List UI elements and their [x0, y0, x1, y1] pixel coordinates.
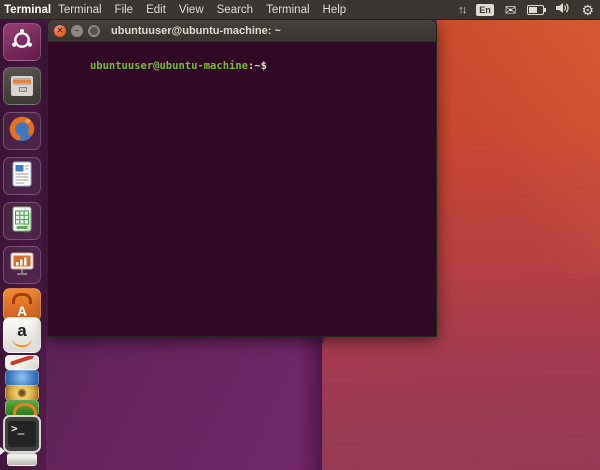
menu-edit[interactable]: Edit: [146, 4, 166, 16]
menu-terminal-2[interactable]: Terminal: [266, 4, 309, 16]
terminal-window: ✕ – ubuntuuser@ubuntu-machine: ~ ubuntuu…: [47, 19, 437, 337]
global-menubar: Terminal File Edit View Search Terminal …: [58, 4, 346, 16]
launcher-item-libreoffice-writer[interactable]: [3, 157, 41, 195]
amazon-a-letter: a: [17, 321, 27, 340]
launcher-item-terminal[interactable]: >_: [3, 415, 41, 453]
wallpaper-dark-band: [297, 333, 323, 470]
launcher-item-folded-green-player[interactable]: [5, 400, 39, 416]
launcher-item-libreoffice-calc[interactable]: [3, 202, 41, 240]
window-title: ubuntuuser@ubuntu-machine: ~: [111, 24, 281, 37]
file-cabinet-icon: [11, 76, 33, 96]
terminal-prompt-icon: >_: [8, 421, 36, 447]
menu-file[interactable]: File: [115, 4, 134, 16]
launcher-item-files[interactable]: [3, 67, 41, 105]
close-x-icon: ✕: [56, 25, 64, 35]
maximize-button[interactable]: [88, 24, 100, 37]
launcher-item-firefox[interactable]: [3, 112, 41, 150]
network-updown-arrows-icon[interactable]: ↑↓: [458, 4, 467, 16]
active-app-name: Terminal: [4, 3, 52, 16]
menu-view[interactable]: View: [179, 4, 204, 16]
top-panel: Terminal Terminal File Edit View Search …: [0, 0, 600, 20]
ubuntu-desktop: Terminal Terminal File Edit View Search …: [0, 0, 600, 470]
gear-icon[interactable]: ⚙: [581, 3, 594, 17]
ubuntu-logo-icon: [10, 28, 34, 57]
launcher-item-amazon[interactable]: a: [3, 317, 41, 353]
impress-presentation-icon: [9, 250, 35, 281]
menu-search[interactable]: Search: [217, 4, 253, 16]
close-button[interactable]: ✕: [54, 24, 66, 37]
firefox-icon: [7, 114, 37, 149]
amazon-smile-arrow-icon: [12, 338, 32, 347]
minimize-dash-icon: –: [74, 25, 80, 35]
launcher-item-dash[interactable]: [3, 23, 41, 61]
launcher-item-folded-tools[interactable]: [5, 355, 39, 370]
keyboard-layout-indicator[interactable]: En: [476, 3, 494, 16]
launcher-item-libreoffice-impress[interactable]: [3, 246, 41, 284]
battery-charge-level: [529, 6, 538, 13]
calc-spreadsheet-icon: [10, 205, 34, 238]
writer-document-icon: [10, 160, 34, 193]
wallpaper-light-streak: [444, 0, 600, 273]
speaker-icon[interactable]: [555, 2, 570, 17]
launcher-item-folded-blue-sphere[interactable]: [5, 370, 39, 386]
menu-terminal[interactable]: Terminal: [58, 4, 101, 16]
indicator-area: ↑↓ En ✉ ⚙: [458, 2, 600, 17]
menu-help[interactable]: Help: [323, 4, 347, 16]
red-tool-icon: [9, 356, 35, 366]
battery-icon[interactable]: [527, 4, 547, 15]
terminal-titlebar[interactable]: ✕ – ubuntuuser@ubuntu-machine: ~: [48, 20, 436, 42]
prompt-user-host: ubuntuuser@ubuntu-machine: [89, 60, 248, 72]
prompt-path-symbol: :~$: [247, 60, 267, 72]
minimize-button[interactable]: –: [71, 24, 83, 37]
running-app-arrow-icon: [0, 447, 5, 455]
shopping-bag-handle-icon: [12, 292, 32, 304]
launcher-item-trash[interactable]: [7, 453, 37, 466]
terminal-content[interactable]: ubuntuuser@ubuntu-machine:~$: [48, 42, 436, 90]
unity-launcher: A a >_: [0, 19, 46, 470]
launcher-item-folded-gold-disc[interactable]: [5, 385, 39, 401]
envelope-icon[interactable]: ✉: [505, 3, 517, 17]
